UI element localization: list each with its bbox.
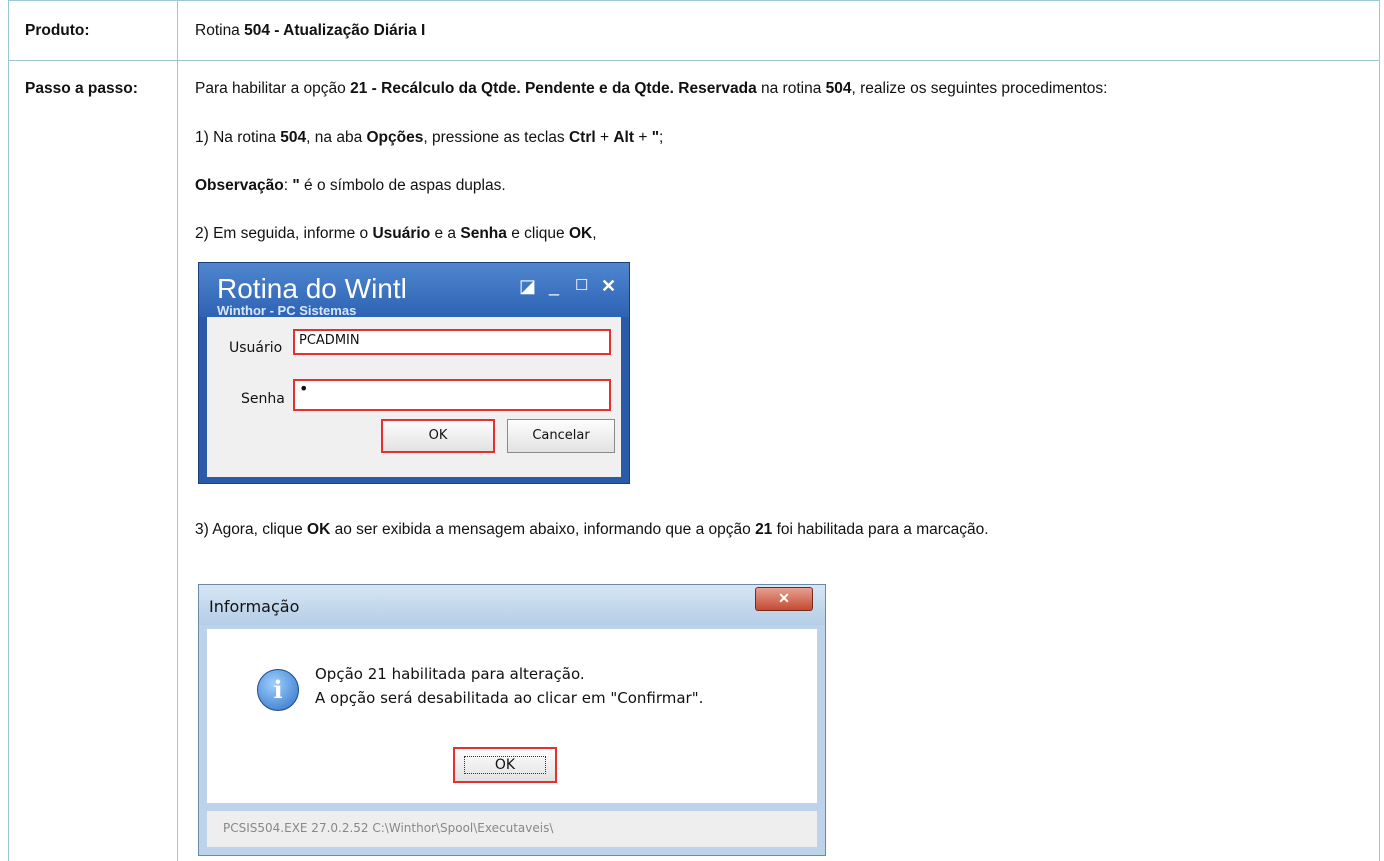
step3-b2: 21 [755, 521, 773, 538]
info-titlebar: Informação ✕ [199, 585, 825, 625]
maximize-icon[interactable]: ☐ [575, 277, 588, 295]
password-label: Senha [241, 391, 285, 407]
user-field[interactable]: PCADMIN [293, 329, 611, 355]
login-form: Usuário PCADMIN Senha • OK Cancelar [207, 317, 621, 477]
passo-label: Passo a passo: [25, 80, 138, 97]
produto-label: Produto: [25, 22, 90, 39]
step2-b3: OK [568, 225, 593, 242]
intro-b1: 21 - Recálculo da Qtde. Pendente e da Qt… [350, 80, 757, 97]
step2-text: 2) Em seguida, informe o Usuário e a Sen… [195, 225, 597, 243]
note-b2: " [292, 177, 300, 194]
step1-b1: 504 [280, 129, 307, 146]
row-produto: Produto: Rotina 504 - Atualização Diária… [9, 0, 1379, 61]
information-icon: i [257, 669, 299, 711]
user-label: Usuário [229, 340, 283, 356]
intro-t1: Para habilitar a opção [195, 80, 351, 97]
login-window: Rotina do Wintl Winthor - PC Sistemas ◪ … [198, 262, 630, 484]
step2-t3: e clique [506, 225, 569, 242]
step1-t1: 1) Na rotina [195, 129, 281, 146]
produto-value-prefix: Rotina [195, 22, 245, 39]
info-ok-label: OK [463, 756, 547, 774]
info-line-1: Opção 21 habilitada para alteração. [315, 665, 585, 683]
step1-t4: + [595, 129, 614, 146]
step2-b1: Usuário [372, 225, 431, 242]
step3-b1: OK [307, 521, 331, 538]
login-ok-button[interactable]: OK [381, 419, 495, 453]
step3-t1: 3) Agora, clique [195, 521, 308, 538]
note-b1: Observação [195, 177, 284, 194]
info-dialog: Informação ✕ i Opção 21 habilitada para … [198, 584, 826, 856]
step1-b5: " [651, 129, 660, 146]
step3-text: 3) Agora, clique OK ao ser exibida a men… [195, 521, 989, 539]
login-subtitle: Winthor - PC Sistemas [217, 303, 357, 318]
login-titlebar: Rotina do Wintl Winthor - PC Sistemas ◪ … [199, 263, 629, 318]
step1-t6: ; [659, 129, 664, 146]
info-line-2: A opção será desabilitada ao clicar em "… [315, 689, 704, 707]
intro-t2: na rotina [756, 80, 826, 97]
note-text: Observação: " é o símbolo de aspas dupla… [195, 177, 506, 195]
step2-b2: Senha [460, 225, 507, 242]
step1-t5: + [634, 129, 652, 146]
step3-t3: foi habilitada para a marcação. [772, 521, 989, 538]
intro-b2: 504 [825, 80, 852, 97]
info-statusbar: PCSIS504.EXE 27.0.2.52 C:\Winthor\Spool\… [207, 811, 817, 847]
note-t2: é o símbolo de aspas duplas. [299, 177, 506, 194]
step1-t3: , pressione as teclas [423, 129, 569, 146]
close-icon[interactable]: ✕ [601, 277, 616, 295]
login-title: Rotina do Wintl [217, 273, 407, 304]
minimize-icon[interactable]: _ [549, 277, 559, 295]
step1-b2: Opções [366, 129, 424, 146]
step1-b3: Ctrl [568, 129, 596, 146]
column-divider [177, 1, 178, 60]
step2-t1: 2) Em seguida, informe o [195, 225, 373, 242]
info-body: i Opção 21 habilitada para alteração. A … [207, 629, 817, 803]
dialog-close-icon[interactable]: ✕ [755, 587, 813, 611]
produto-value: Rotina 504 - Atualização Diária I [195, 22, 425, 40]
step1-t2: , na aba [306, 129, 367, 146]
column-divider-2 [177, 61, 178, 861]
login-cancel-button[interactable]: Cancelar [507, 419, 615, 453]
step2-t2: e a [430, 225, 461, 242]
step3-t2: ao ser exibida a mensagem abaixo, inform… [330, 521, 756, 538]
produto-value-bold: 504 - Atualização Diária I [244, 22, 426, 39]
info-title: Informação [209, 597, 300, 616]
intro-text: Para habilitar a opção 21 - Recálculo da… [195, 80, 1107, 98]
restore-icon[interactable]: ◪ [519, 277, 536, 295]
step1-b4: Alt [613, 129, 635, 146]
step1-text: 1) Na rotina 504, na aba Opções, pressio… [195, 129, 663, 147]
password-field[interactable]: • [293, 379, 611, 411]
intro-t3: , realize os seguintes procedimentos: [851, 80, 1108, 97]
step2-t4: , [592, 225, 597, 242]
info-ok-button[interactable]: OK [453, 747, 557, 783]
